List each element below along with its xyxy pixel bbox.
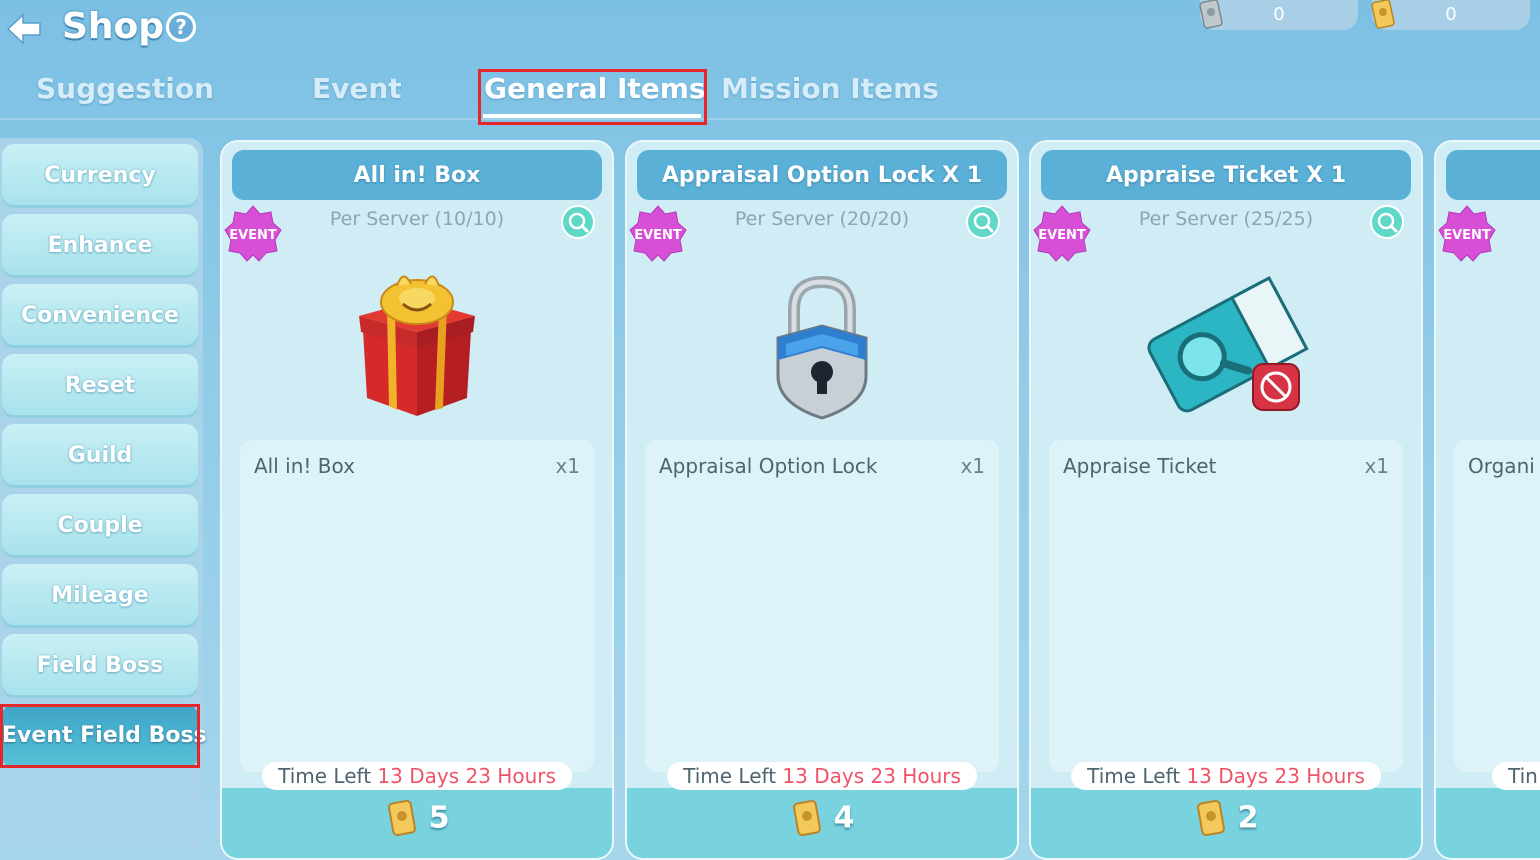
back-arrow-icon[interactable] [6,12,42,46]
padlock-icon [776,275,868,420]
item-name: Appraisal Option Lock [659,454,878,478]
appraisal-ticket-icon [1147,276,1309,413]
highlight-box-sidebar [0,704,200,768]
help-icon[interactable]: ? [166,12,196,42]
magnify-icon[interactable] [560,204,596,240]
item-quantity: x1 [1364,454,1389,478]
buy-price-button[interactable]: 5 [222,798,612,838]
price-value: 5 [428,800,450,836]
item-image [627,264,1017,434]
sidebar-item-enhance[interactable]: Enhance [2,214,198,278]
price-bar [1436,788,1540,858]
card-title: Appraisal Option Lock X 1 [637,150,1007,200]
item-name: All in! Box [254,454,355,478]
shop-tabs: Suggestion Event General Items Mission I… [0,60,1540,120]
sidebar-item-couple[interactable]: Couple [2,494,198,558]
sidebar-item-reset[interactable]: Reset [2,354,198,418]
price-value: 2 [1237,800,1259,836]
item-description-panel: Appraise Ticket x1 [1049,440,1403,772]
currency-value-1: 0 [1273,4,1285,25]
gift-box-icon [359,275,475,416]
item-image [1031,264,1421,434]
time-left: Tin [1492,762,1540,790]
event-badge-text: EVENT [1038,228,1086,243]
event-badge-text: EVENT [229,228,277,243]
sidebar-item-convenience[interactable]: Convenience [2,284,198,348]
item-quantity: x1 [960,454,985,478]
buy-price-button[interactable]: 2 [1031,798,1421,838]
purchase-limit: Per Server (20/20) [734,208,910,230]
gold-ticket-icon [792,799,821,837]
card-title: Appraise Ticket X 1 [1041,150,1411,200]
time-left: Time Left 13 Days 23 Hours [667,762,977,790]
shop-card-appraisal-option-lock[interactable]: Appraisal Option Lock X 1 EVENT Per Serv… [625,140,1019,860]
item-description-panel: Appraisal Option Lock x1 [645,440,999,772]
currency-display-2: 0 [1371,0,1530,30]
time-left-value: 13 Days 23 Hours [782,764,961,788]
sidebar-item-mileage[interactable]: Mileage [2,564,198,628]
item-quantity: x1 [555,454,580,478]
tab-suggestion[interactable]: Suggestion [36,72,214,105]
currency-display-1: 0 [1199,0,1358,30]
shop-card-appraise-ticket[interactable]: Appraise Ticket X 1 EVENT Per Server (25… [1029,140,1423,860]
gold-ticket-icon [387,799,416,837]
card-title: All in! Box [232,150,602,200]
gold-ticket-icon [1196,799,1225,837]
tabs-divider [0,118,1540,120]
time-left-value: 13 Days 23 Hours [1186,764,1365,788]
shop-card-all-in-box[interactable]: All in! Box EVENT Per Server (10/10) All… [220,140,614,860]
time-left-label: Time Left [1087,764,1181,788]
highlight-box-tab [478,69,707,125]
sidebar-item-field-boss[interactable]: Field Boss [2,634,198,698]
time-left-value: 13 Days 23 Hours [377,764,556,788]
event-badge: EVENT [1438,205,1496,262]
gold-ticket-icon [1371,0,1395,29]
purchase-limit: Per Server (25/25) [1138,208,1314,230]
page-title: Shop [62,6,165,47]
card-title [1446,150,1540,200]
magnify-icon[interactable] [965,204,1001,240]
buy-price-button[interactable]: 4 [627,798,1017,838]
currency-value-2: 0 [1445,4,1457,25]
event-badge-text: EVENT [1443,228,1491,243]
time-left-label: Tin [1508,764,1538,788]
tab-mission-items[interactable]: Mission Items [721,72,939,105]
price-value: 4 [833,800,855,836]
scroll-ticket-icon [1199,0,1223,29]
time-left: Time Left 13 Days 23 Hours [262,762,572,790]
magnify-icon[interactable] [1369,204,1405,240]
item-name: Organi [1468,454,1535,478]
item-image [222,264,612,434]
event-badge-text: EVENT [634,228,682,243]
shop-card-partial[interactable]: EVENT Organi Tin [1434,140,1540,860]
time-left-label: Time Left [278,764,372,788]
sidebar-item-currency[interactable]: Currency [2,144,198,208]
item-description-panel: All in! Box x1 [240,440,594,772]
sidebar-item-guild[interactable]: Guild [2,424,198,488]
item-description-panel: Organi [1454,440,1540,772]
time-left-label: Time Left [683,764,777,788]
tab-event[interactable]: Event [312,72,402,105]
item-name: Appraise Ticket [1063,454,1217,478]
purchase-limit: Per Server (10/10) [329,208,505,230]
time-left: Time Left 13 Days 23 Hours [1071,762,1381,790]
